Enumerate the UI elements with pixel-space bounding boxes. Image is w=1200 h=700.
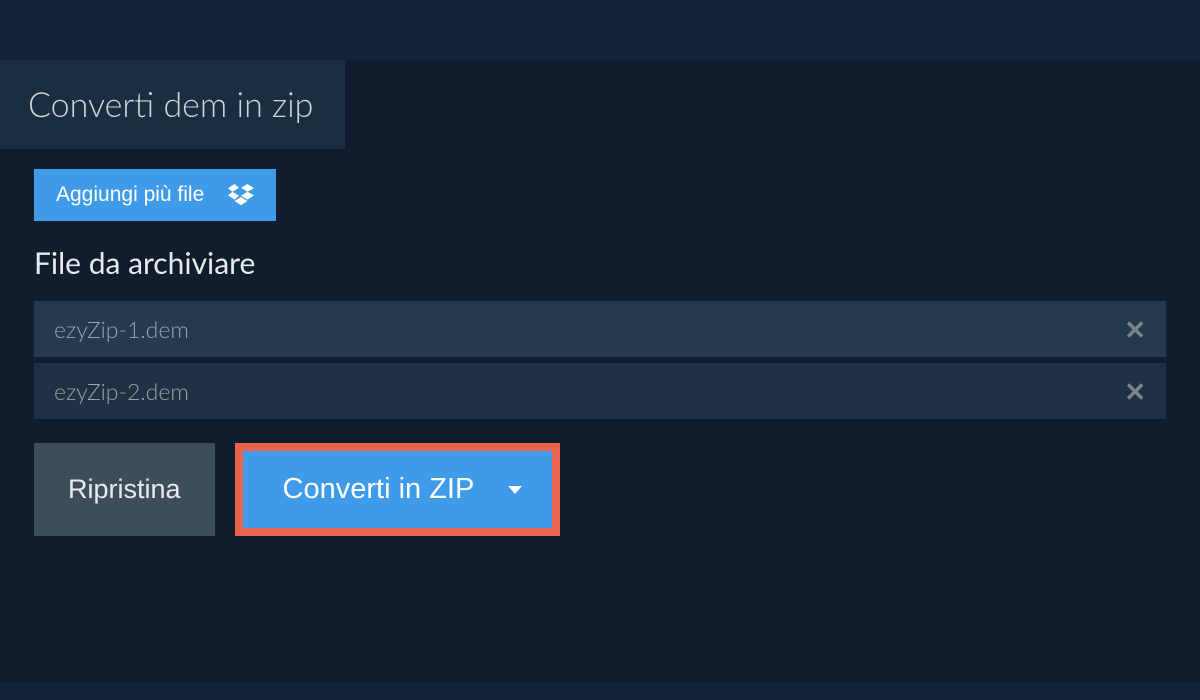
close-icon[interactable]: ✕	[1124, 378, 1146, 404]
tab-convert[interactable]: Converti dem in zip	[0, 60, 345, 149]
tab-container: Converti dem in zip	[0, 60, 1200, 149]
file-name: ezyZip-2.dem	[54, 377, 189, 405]
top-bar	[0, 0, 1200, 60]
reset-label: Ripristina	[68, 474, 181, 504]
bottom-bar	[0, 682, 1200, 700]
file-list: ezyZip-1.dem ✕ ezyZip-2.dem ✕	[34, 301, 1166, 419]
content-area: Aggiungi più file File da archiviare ezy…	[0, 149, 1200, 556]
add-files-label: Aggiungi più file	[56, 183, 204, 207]
convert-label: Converti in ZIP	[283, 473, 475, 506]
close-icon[interactable]: ✕	[1124, 316, 1146, 342]
add-files-button[interactable]: Aggiungi più file	[34, 169, 276, 221]
button-row: Ripristina Converti in ZIP	[34, 443, 1166, 536]
caret-down-icon	[508, 486, 522, 494]
convert-button[interactable]: Converti in ZIP	[243, 451, 553, 528]
reset-button[interactable]: Ripristina	[34, 443, 215, 536]
file-row: ezyZip-1.dem ✕	[34, 301, 1166, 357]
tab-title: Converti dem in zip	[28, 84, 313, 125]
convert-button-highlight: Converti in ZIP	[235, 443, 561, 536]
file-name: ezyZip-1.dem	[54, 315, 189, 343]
dropbox-icon	[228, 184, 254, 206]
file-row: ezyZip-2.dem ✕	[34, 363, 1166, 419]
section-title: File da archiviare	[34, 245, 1166, 281]
